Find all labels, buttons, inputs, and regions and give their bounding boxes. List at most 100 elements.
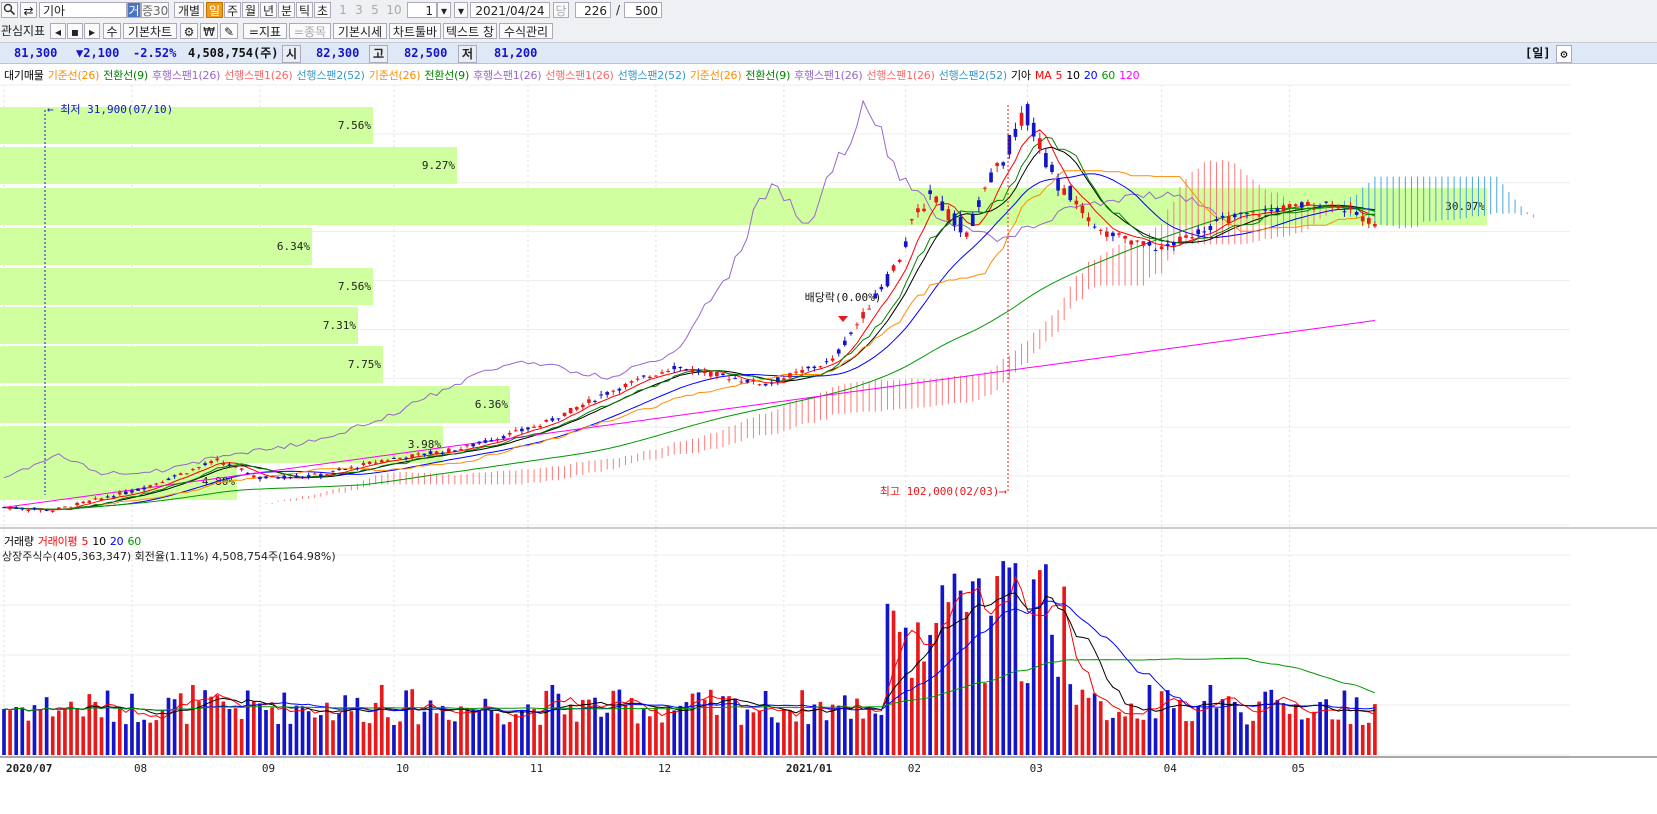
candle-body: [574, 407, 579, 410]
volume-bar: [1153, 718, 1158, 755]
legend-item[interactable]: 5: [1055, 69, 1062, 82]
legend-item[interactable]: 전환선(9): [745, 69, 790, 82]
legend-item[interactable]: 20: [1084, 69, 1098, 82]
candle-body: [970, 214, 975, 227]
candle-body: [623, 383, 628, 388]
x-tick-label: 02: [908, 762, 921, 775]
legend-item[interactable]: 후행스팬1(26): [473, 69, 541, 82]
legend-item[interactable]: 60: [1101, 69, 1115, 82]
volume-bar: [319, 715, 323, 755]
volume-bar: [1342, 690, 1347, 755]
volume-bar: [288, 723, 293, 755]
candle-body: [1098, 229, 1103, 231]
candle-body: [538, 425, 543, 428]
candle-body: [264, 476, 268, 479]
volume-bar: [495, 713, 500, 755]
volume-bar: [355, 697, 360, 755]
volume-bar: [562, 714, 567, 755]
legend-item[interactable]: 기준선(26): [369, 69, 421, 82]
volume-bar: [538, 724, 543, 755]
candle-body: [300, 476, 305, 478]
legend-item[interactable]: 선행스팬2(52): [939, 69, 1007, 82]
volume-bar: [44, 697, 49, 755]
legend-item[interactable]: 선행스팬1(26): [224, 69, 292, 82]
candle-body: [593, 400, 597, 402]
candle-body: [288, 476, 293, 479]
volume-bar: [1360, 724, 1365, 755]
volume-bar: [361, 721, 366, 755]
volume-bar: [221, 701, 226, 755]
candle-body: [1037, 138, 1042, 149]
candle-body: [1312, 208, 1316, 210]
volume-bar: [489, 710, 494, 755]
candle-body: [1031, 122, 1036, 137]
volume-bar: [958, 590, 963, 755]
volume-profile-label: 6.34%: [277, 240, 310, 253]
legend-item[interactable]: 기준선(26): [48, 69, 100, 82]
candle-body: [849, 332, 853, 334]
candle-body: [1129, 240, 1134, 245]
legend-item[interactable]: 10: [1066, 69, 1080, 82]
volume-profile-bar: [0, 426, 443, 463]
price-chart[interactable]: 2020/07 08 09 10 11 12 2021/01 02 03 04 05 7.56% 9.2…: [0, 0, 1657, 814]
candle-body: [178, 473, 183, 475]
volume-bar: [849, 718, 853, 755]
legend-item[interactable]: 거래량: [4, 535, 34, 548]
legend-item[interactable]: 대기매물: [4, 69, 44, 82]
legend-item[interactable]: 선행스팬2(52): [618, 69, 686, 82]
legend-item[interactable]: 120: [1119, 69, 1140, 82]
volume-bar: [1104, 720, 1109, 755]
volume-bar: [276, 724, 281, 755]
volume-bar: [574, 721, 579, 755]
legend-item[interactable]: 60: [127, 535, 141, 548]
candle-body: [611, 390, 616, 392]
legend-item[interactable]: MA: [1035, 69, 1052, 82]
volume-bar: [20, 707, 25, 755]
candle-body: [1086, 217, 1091, 222]
candle-body: [922, 208, 926, 212]
volume-bar: [136, 722, 140, 755]
x-tick-label: 2020/07: [6, 762, 52, 775]
legend-item[interactable]: 10: [92, 535, 106, 548]
candle-body: [38, 509, 43, 511]
legend-item[interactable]: 5: [81, 535, 88, 548]
legend-item[interactable]: 후행스팬1(26): [152, 69, 220, 82]
volume-bar: [1196, 706, 1201, 755]
legend-item[interactable]: 선행스팬1(26): [866, 69, 934, 82]
candle-body: [1080, 205, 1085, 214]
candle-body: [513, 430, 518, 432]
volume-bar: [1239, 712, 1243, 755]
legend-item[interactable]: 20: [110, 535, 124, 548]
legend-item[interactable]: 선행스팬2(52): [297, 69, 365, 82]
legend-item[interactable]: 거래이평: [38, 535, 78, 548]
x-tick-label: 08: [134, 762, 147, 775]
volume-bar: [99, 717, 104, 755]
candle-body: [989, 172, 993, 183]
volume-bar: [629, 697, 634, 755]
volume-bar: [727, 696, 731, 755]
volume-profile-bar: [0, 346, 383, 383]
legend-item[interactable]: 기준선(26): [690, 69, 742, 82]
candle-body: [1299, 202, 1304, 208]
candle-body: [379, 460, 384, 463]
volume-bar: [1135, 718, 1140, 755]
volume-bar: [1324, 699, 1328, 755]
legend-item[interactable]: 전환선(9): [424, 69, 469, 82]
legend-item[interactable]: 선행스팬1(26): [545, 69, 613, 82]
legend-item[interactable]: 후행스팬1(26): [794, 69, 862, 82]
candle-body: [245, 472, 250, 475]
candle-body: [325, 474, 329, 476]
volume-bar: [422, 711, 427, 755]
candle-body: [861, 312, 865, 319]
volume-bar: [251, 701, 256, 755]
legend-item[interactable]: 기아: [1011, 69, 1031, 82]
volume-bar: [842, 695, 847, 755]
volume-bar: [1037, 570, 1042, 755]
candle-body: [1251, 211, 1255, 213]
volume-bar: [964, 612, 969, 755]
candle-body: [1336, 204, 1341, 209]
candle-body: [361, 463, 366, 466]
volume-bar: [410, 689, 415, 755]
candle-body: [684, 369, 689, 371]
legend-item[interactable]: 전환선(9): [103, 69, 148, 82]
